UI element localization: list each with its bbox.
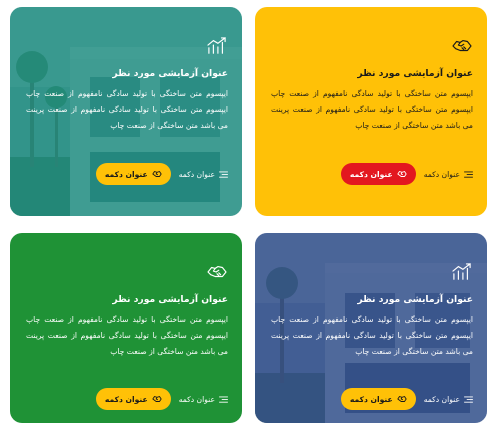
card-link-label: عنوان دکمه — [423, 394, 460, 404]
cards-grid: عنوان آزمایشی مورد نظر ایپسوم متن ساختگی… — [0, 0, 500, 423]
handshake-icon — [451, 37, 473, 55]
card-link-label: عنوان دکمه — [178, 394, 215, 404]
card-actions: عنوان دکمه عنوان دکمه — [340, 388, 473, 410]
feature-card: عنوان آزمایشی مورد نظر ایپسوم متن ساختگی… — [255, 233, 487, 423]
card-description: ایپسوم متن ساختگی با تولید سادگی نامفهوم… — [271, 315, 473, 356]
bar-chart-icon — [451, 263, 473, 281]
card-content: عنوان آزمایشی مورد نظر ایپسوم متن ساختگی… — [10, 7, 242, 216]
card-link-label: عنوان دکمه — [178, 169, 215, 179]
card-link-label: عنوان دکمه — [423, 169, 460, 179]
menu-lines-icon — [464, 170, 473, 178]
button-handshake-icon — [152, 396, 162, 402]
card-description: ایپسوم متن ساختگی با تولید سادگی نامفهوم… — [26, 315, 228, 356]
handshake-icon — [206, 263, 228, 281]
bar-chart-icon — [206, 37, 228, 55]
card-content: عنوان آزمایشی مورد نظر ایپسوم متن ساختگی… — [255, 233, 487, 423]
card-description: ایپسوم متن ساختگی با تولید سادگی نامفهوم… — [271, 89, 473, 130]
card-primary-button[interactable]: عنوان دکمه — [340, 163, 416, 185]
card-title: عنوان آزمایشی مورد نظر — [112, 68, 228, 79]
card-primary-button-label: عنوان دکمه — [104, 394, 148, 404]
card-actions: عنوان دکمه عنوان دکمه — [95, 388, 228, 410]
card-content: عنوان آزمایشی مورد نظر ایپسوم متن ساختگی… — [255, 7, 487, 216]
card-primary-button[interactable]: عنوان دکمه — [95, 163, 171, 185]
card-title: عنوان آزمایشی مورد نظر — [357, 294, 473, 305]
card-title: عنوان آزمایشی مورد نظر — [112, 294, 228, 305]
card-link-button[interactable]: عنوان دکمه — [424, 395, 473, 404]
menu-lines-icon — [464, 395, 473, 403]
card-primary-button[interactable]: عنوان دکمه — [95, 388, 171, 410]
card-link-button[interactable]: عنوان دکمه — [424, 170, 473, 179]
button-handshake-icon — [397, 396, 407, 402]
card-link-button[interactable]: عنوان دکمه — [179, 395, 228, 404]
card-primary-button-label: عنوان دکمه — [349, 394, 393, 404]
feature-card: عنوان آزمایشی مورد نظر ایپسوم متن ساختگی… — [255, 7, 487, 216]
card-actions: عنوان دکمه عنوان دکمه — [340, 163, 473, 185]
menu-lines-icon — [219, 395, 228, 403]
card-actions: عنوان دکمه عنوان دکمه — [95, 163, 228, 185]
feature-card: عنوان آزمایشی مورد نظر ایپسوم متن ساختگی… — [10, 7, 242, 216]
card-primary-button-label: عنوان دکمه — [104, 169, 148, 179]
card-description: ایپسوم متن ساختگی با تولید سادگی نامفهوم… — [26, 89, 228, 130]
button-handshake-icon — [152, 171, 162, 177]
card-link-button[interactable]: عنوان دکمه — [179, 170, 228, 179]
button-handshake-icon — [397, 171, 407, 177]
card-primary-button-label: عنوان دکمه — [349, 169, 393, 179]
menu-lines-icon — [219, 170, 228, 178]
card-title: عنوان آزمایشی مورد نظر — [357, 68, 473, 79]
card-content: عنوان آزمایشی مورد نظر ایپسوم متن ساختگی… — [10, 233, 242, 423]
card-primary-button[interactable]: عنوان دکمه — [340, 388, 416, 410]
feature-card: عنوان آزمایشی مورد نظر ایپسوم متن ساختگی… — [10, 233, 242, 423]
